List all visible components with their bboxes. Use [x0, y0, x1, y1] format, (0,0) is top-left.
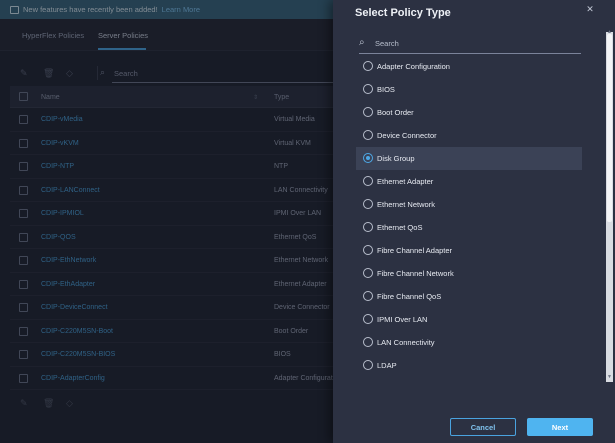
option-label: Disk Group	[377, 154, 415, 163]
option-label: Device Connector	[377, 131, 437, 140]
radio-button[interactable]	[363, 360, 373, 370]
option-label: Adapter Configuration	[377, 62, 450, 71]
option-label: Fibre Channel QoS	[377, 292, 442, 301]
policy-search-field[interactable]: ⌕ Search	[359, 34, 581, 54]
radio-button[interactable]	[363, 291, 373, 301]
policy-option-boot-order[interactable]: Boot Order	[356, 101, 582, 124]
option-label: Ethernet QoS	[377, 223, 423, 232]
option-label: Fibre Channel Network	[377, 269, 454, 278]
scrollbar-thumb[interactable]	[607, 34, 612, 222]
scroll-down-arrow-icon[interactable]: ▼	[607, 374, 612, 380]
radio-button[interactable]	[363, 268, 373, 278]
option-label: Ethernet Network	[377, 200, 435, 209]
policy-option-ethernet-adapter[interactable]: Ethernet Adapter	[356, 170, 582, 193]
policy-type-list: Adapter Configuration BIOS Boot Order De…	[356, 55, 582, 385]
radio-button[interactable]	[363, 61, 373, 71]
radio-button[interactable]	[363, 314, 373, 324]
option-label: Fibre Channel Adapter	[377, 246, 453, 255]
policy-option-disk-group[interactable]: Disk Group	[356, 147, 582, 170]
policy-option-fibre-channel-network[interactable]: Fibre Channel Network	[356, 262, 582, 285]
radio-button-selected[interactable]	[363, 153, 373, 163]
policy-option-fibre-channel-qos[interactable]: Fibre Channel QoS	[356, 285, 582, 308]
policy-option-device-connector[interactable]: Device Connector	[356, 124, 582, 147]
radio-button[interactable]	[363, 130, 373, 140]
modal-overlay[interactable]	[0, 0, 333, 443]
option-label: LAN Connectivity	[377, 338, 435, 347]
policy-option-adapter-configuration[interactable]: Adapter Configuration	[356, 55, 582, 78]
scroll-up-arrow-icon[interactable]: ▲	[607, 29, 612, 35]
policy-option-ethernet-qos[interactable]: Ethernet QoS	[356, 216, 582, 239]
radio-button[interactable]	[363, 84, 373, 94]
list-scrollbar[interactable]	[606, 32, 613, 382]
radio-button[interactable]	[363, 176, 373, 186]
close-icon[interactable]: ✕	[585, 4, 595, 14]
policy-option-ipmi-over-lan[interactable]: IPMI Over LAN	[356, 308, 582, 331]
next-button[interactable]: Next	[527, 418, 593, 436]
option-label: BIOS	[377, 85, 395, 94]
radio-button[interactable]	[363, 222, 373, 232]
policy-search-input[interactable]: Search	[375, 39, 399, 48]
cancel-button[interactable]: Cancel	[450, 418, 516, 436]
policy-option-ldap[interactable]: LDAP	[356, 354, 582, 377]
panel-title: Select Policy Type	[355, 7, 451, 19]
policy-option-ethernet-network[interactable]: Ethernet Network	[356, 193, 582, 216]
option-label: Ethernet Adapter	[377, 177, 434, 186]
radio-button[interactable]	[363, 337, 373, 347]
policy-option-bios[interactable]: BIOS	[356, 78, 582, 101]
select-policy-type-panel: Select Policy Type ✕ ⌕ Search Adapter Co…	[333, 0, 615, 443]
radio-button[interactable]	[363, 199, 373, 209]
search-icon: ⌕	[359, 37, 365, 48]
option-label: IPMI Over LAN	[377, 315, 428, 324]
option-label: LDAP	[377, 361, 397, 370]
policy-option-lan-connectivity[interactable]: LAN Connectivity	[356, 331, 582, 354]
option-label: Boot Order	[377, 108, 414, 117]
radio-button[interactable]	[363, 245, 373, 255]
policy-option-fibre-channel-adapter[interactable]: Fibre Channel Adapter	[356, 239, 582, 262]
radio-button[interactable]	[363, 107, 373, 117]
